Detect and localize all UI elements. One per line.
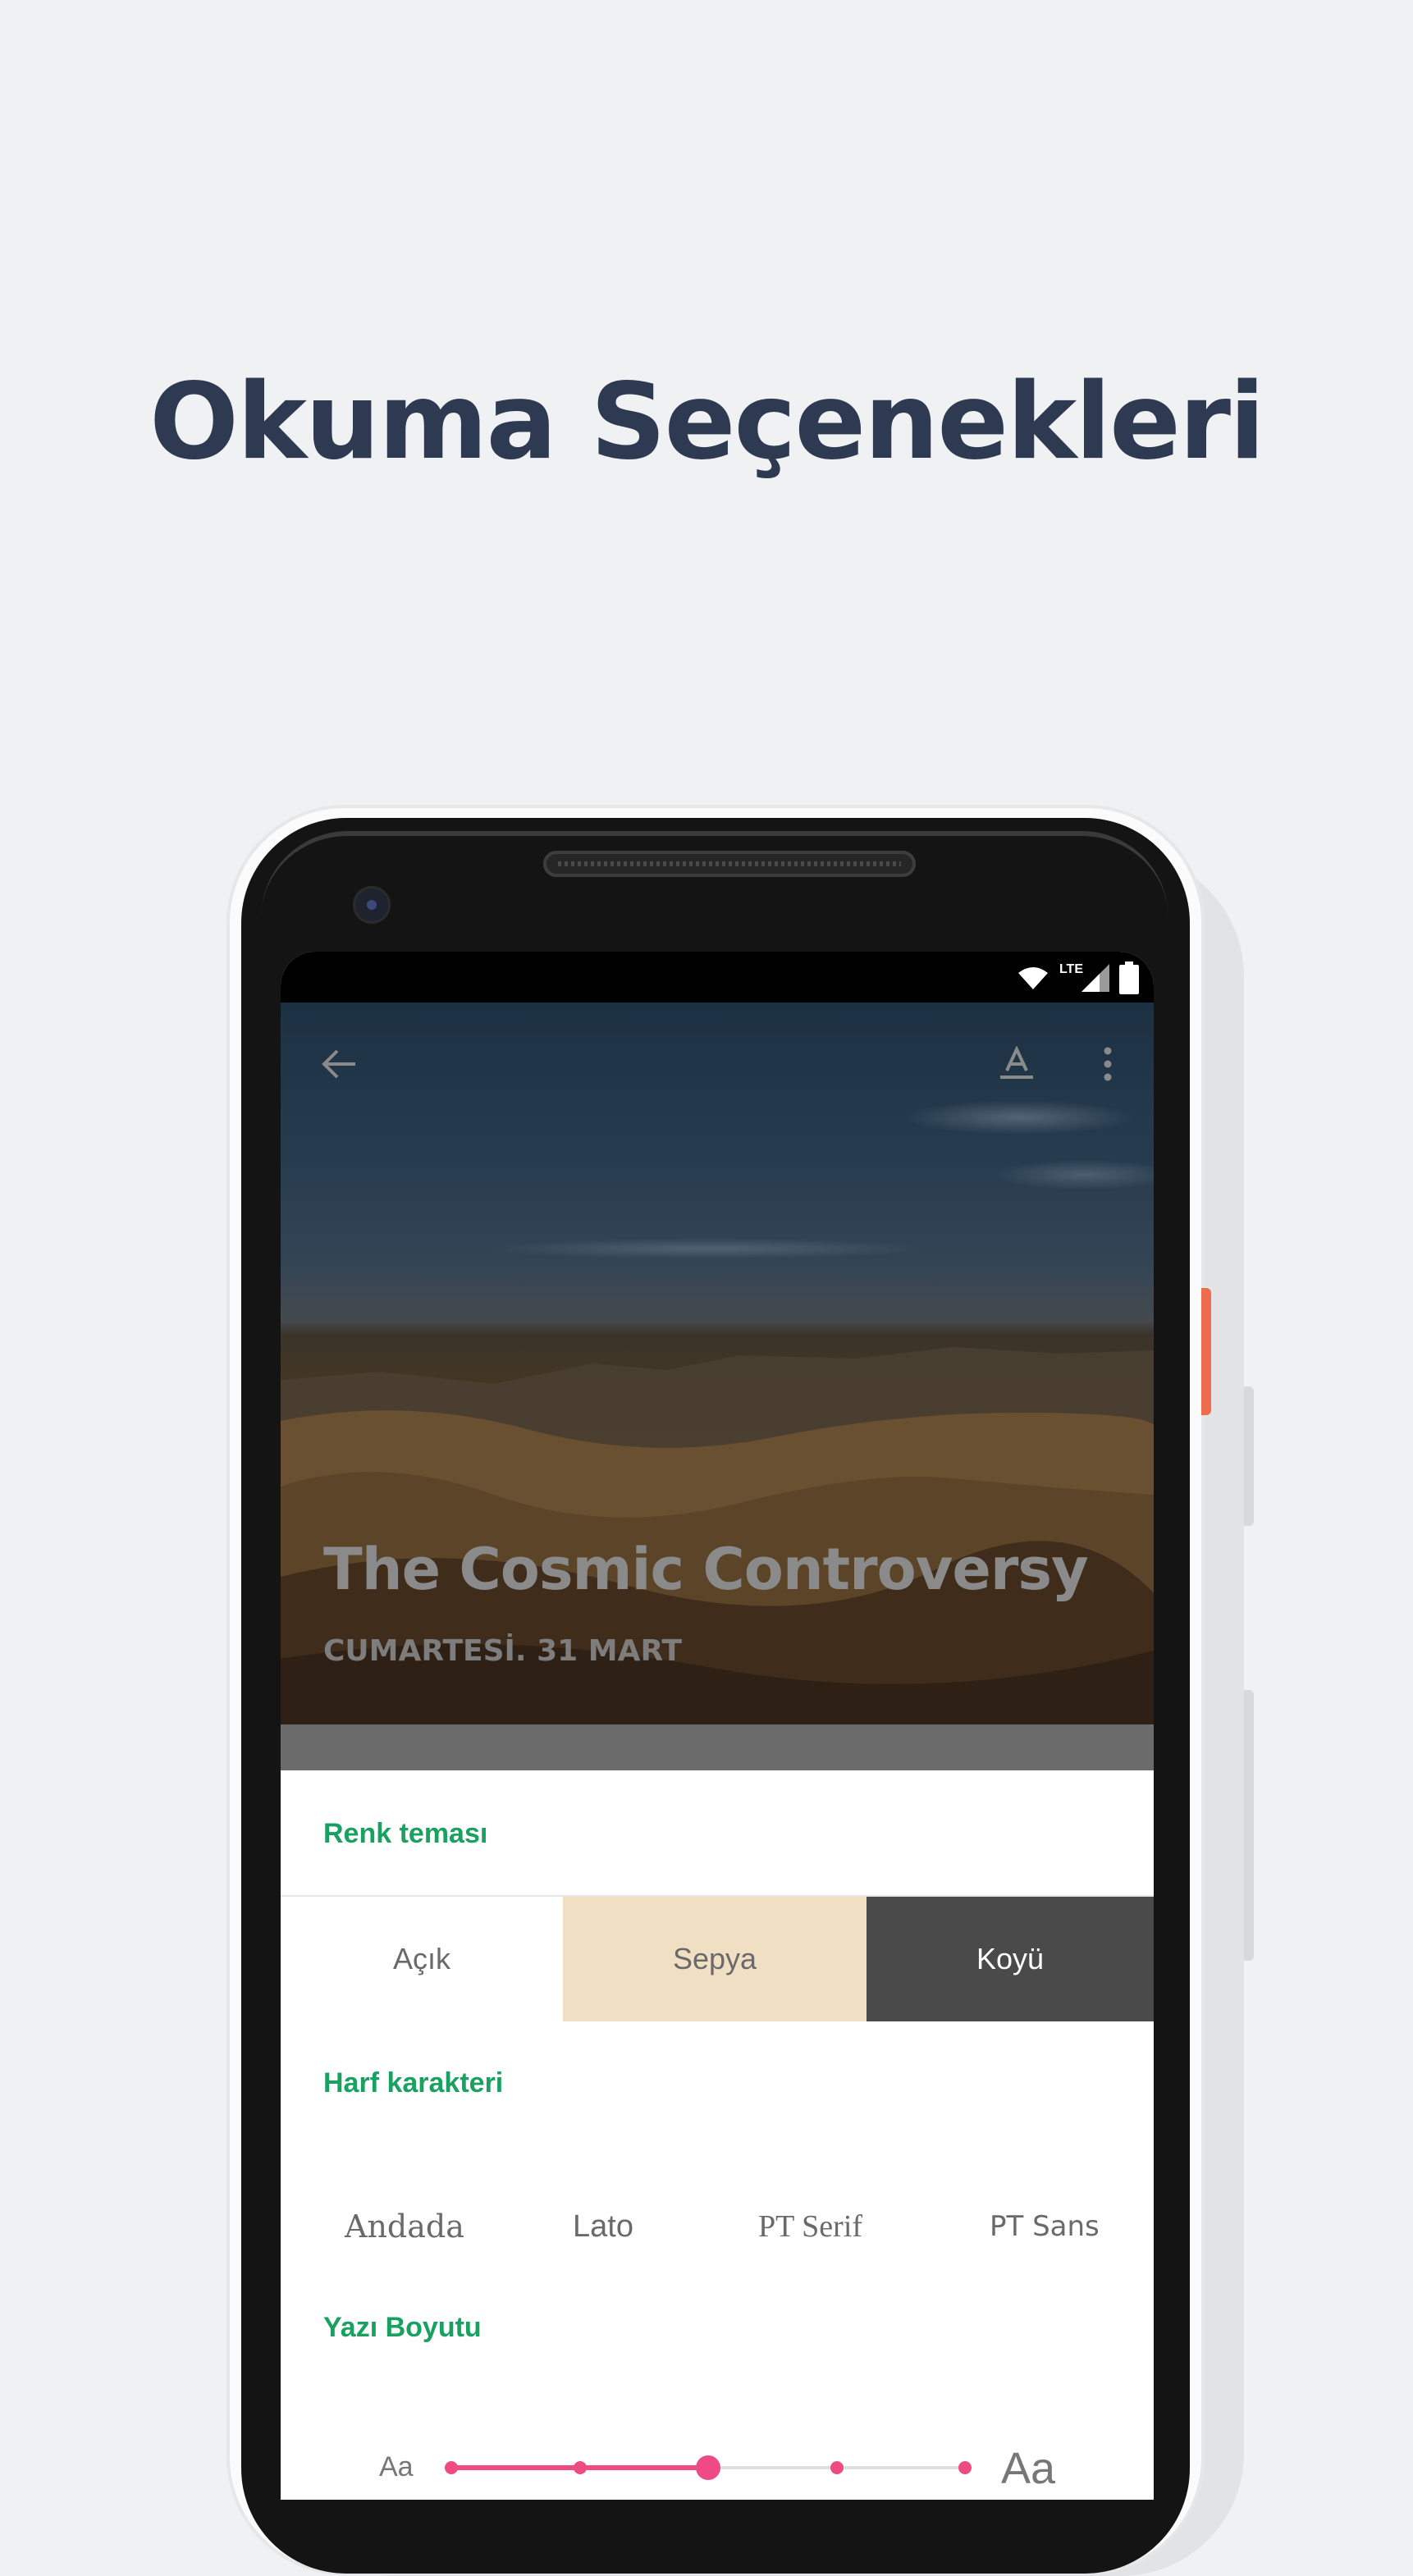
- text-size-label: Yazı Boyutu: [323, 2312, 482, 2343]
- text-size-slider-tick[interactable]: [445, 2461, 458, 2474]
- front-camera: [353, 886, 391, 924]
- text-size-min-label: Aa: [379, 2451, 414, 2482]
- text-size-slider-tick[interactable]: [573, 2461, 587, 2474]
- phone-screen: LTE The Cosmic Controversy CUMARTESİ. 31…: [281, 952, 1154, 2500]
- network-type-label: LTE: [1059, 962, 1083, 976]
- typeface-option-pt-sans[interactable]: PT Sans: [990, 2194, 1100, 2259]
- back-button[interactable]: [318, 1044, 359, 1085]
- promo-headline: Okuma Seçenekleri: [149, 361, 1265, 483]
- status-bar: LTE: [281, 952, 1154, 1003]
- text-size-slider-row: Aa Aa: [281, 2435, 1154, 2500]
- color-theme-options: Açık Sepya Koyü: [281, 1895, 1154, 2021]
- theme-option-light[interactable]: Açık: [281, 1897, 563, 2021]
- cell-signal-icon: [1081, 964, 1109, 992]
- theme-option-dark[interactable]: Koyü: [867, 1897, 1154, 2021]
- more-options-button[interactable]: [1091, 1044, 1124, 1085]
- text-format-icon: [1000, 1046, 1033, 1079]
- reading-settings-sheet: Renk teması Açık Sepya Koyü Harf karakte…: [281, 1770, 1154, 2500]
- text-format-button[interactable]: [996, 1044, 1037, 1085]
- phone-power-button: [1201, 1288, 1211, 1415]
- color-theme-label: Renk teması: [323, 1818, 488, 1849]
- more-vertical-icon: [1104, 1047, 1112, 1081]
- phone-speaker: [543, 851, 916, 877]
- text-size-slider-tick[interactable]: [958, 2461, 972, 2474]
- phone-side-button: [1244, 1386, 1254, 1526]
- theme-option-label: Açık: [392, 1942, 450, 1975]
- text-size-slider-tick[interactable]: [830, 2461, 844, 2474]
- typeface-option-lato[interactable]: Lato: [573, 2194, 633, 2259]
- phone-side-button: [1244, 1690, 1254, 1961]
- battery-icon: [1119, 961, 1139, 994]
- theme-option-label: Koyü: [976, 1942, 1045, 1975]
- article-date: CUMARTESİ. 31 MART: [323, 1634, 683, 1668]
- typeface-label: Harf karakteri: [323, 2067, 504, 2099]
- wifi-icon: [1017, 967, 1048, 989]
- typeface-option-pt-serif[interactable]: PT Serif: [758, 2194, 862, 2259]
- typeface-option-andada[interactable]: Andada: [345, 2194, 464, 2259]
- theme-option-sepia[interactable]: Sepya: [563, 1897, 867, 2021]
- arrow-left-icon: [322, 1049, 355, 1079]
- article-hero-image: The Cosmic Controversy CUMARTESİ. 31 MAR…: [281, 1003, 1154, 1724]
- text-size-slider-thumb[interactable]: [696, 2455, 720, 2480]
- article-title: The Cosmic Controversy: [323, 1536, 1089, 1603]
- typeface-options: Andada Lato PT Serif PT Sans: [281, 2194, 1154, 2259]
- text-size-max-label: Aa: [1001, 2444, 1056, 2493]
- sheet-scrim[interactable]: [281, 1724, 1154, 1770]
- theme-option-label: Sepya: [672, 1942, 757, 1975]
